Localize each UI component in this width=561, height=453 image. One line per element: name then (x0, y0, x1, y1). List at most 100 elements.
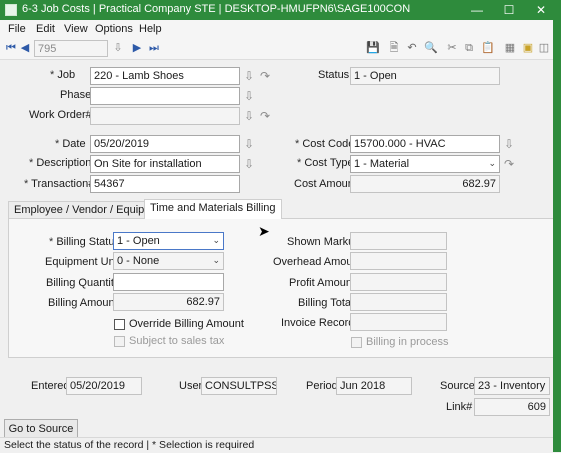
first-record-icon[interactable]: ⏮ (5, 42, 17, 54)
shown-markup-field[interactable] (350, 232, 447, 250)
invoice-record-field[interactable] (350, 313, 447, 331)
entered-field[interactable]: 05/20/2019 (66, 377, 142, 395)
user-field[interactable]: CONSULTPSS\tlam (201, 377, 277, 395)
attachments-icon[interactable]: ◫ (538, 42, 550, 54)
cost-amount-field[interactable]: 682.97 (350, 175, 500, 193)
link-label: Link# (446, 401, 473, 413)
description-label-text: Description (36, 157, 92, 169)
billing-amount-label: Billing Amount (48, 297, 118, 309)
overhead-amount-label: Overhead Amount (273, 256, 362, 268)
minimize-button[interactable]: — (462, 0, 492, 20)
lookup-record-icon[interactable]: ⇩ (112, 42, 124, 54)
description-label: * Description (29, 157, 91, 169)
source-field[interactable]: 23 - Inventory (474, 377, 550, 395)
profit-amount-field[interactable] (350, 273, 447, 291)
phase-field[interactable] (90, 87, 240, 105)
find-icon[interactable]: 🔍 (424, 42, 438, 54)
subject-tax-label: Subject to sales tax (129, 335, 225, 347)
menu-options[interactable]: Options (95, 23, 133, 35)
close-button[interactable]: ✕ (526, 0, 556, 20)
menu-view[interactable]: View (64, 23, 88, 35)
window-title: 6-3 Job Costs | Practical Company STE | … (22, 3, 411, 15)
menu-file[interactable]: File (8, 23, 26, 35)
chevron-down-icon: ⌄ (212, 255, 220, 265)
work-order-lookup-icon[interactable]: ⇩ (242, 108, 256, 124)
phase-lookup-icon[interactable]: ⇩ (242, 88, 256, 104)
job-drill-icon[interactable]: ↷ (258, 68, 272, 84)
calculator-icon[interactable]: ▦ (504, 42, 516, 54)
app-icon (5, 4, 17, 16)
date-calendar-icon[interactable]: ⇩ (242, 136, 256, 152)
invoice-record-label: Invoice Record# (281, 317, 361, 329)
required-mark: * (297, 157, 302, 169)
billing-quantity-field[interactable] (113, 273, 224, 291)
menu-edit[interactable]: Edit (36, 23, 55, 35)
previous-record-icon[interactable]: ◀ (19, 42, 31, 54)
billing-quantity-label: Billing Quantity (46, 277, 120, 289)
billing-total-field[interactable] (350, 293, 447, 311)
date-field[interactable]: 05/20/2019 (90, 135, 240, 153)
job-lookup-icon[interactable]: ⇩ (242, 68, 256, 84)
equipment-unit-select[interactable]: 0 - None ⌄ (113, 252, 224, 270)
status-field[interactable]: 1 - Open (350, 67, 500, 85)
save-icon[interactable]: 💾 (366, 42, 380, 54)
date-label: * Date (55, 138, 86, 150)
copy-icon[interactable]: ⧉ (463, 42, 475, 54)
cost-type-select[interactable]: 1 - Material ⌄ (350, 155, 500, 173)
billing-status-label-text: Billing Status (56, 236, 120, 248)
cost-type-drill-icon[interactable]: ↷ (502, 156, 516, 172)
billing-status-label: * Billing Status (49, 236, 120, 248)
status-bar: Select the status of the record | * Sele… (0, 437, 561, 452)
title-bar: 6-3 Job Costs | Practical Company STE | … (0, 0, 561, 20)
cut-icon[interactable]: ✂ (446, 42, 458, 54)
job-field[interactable]: 220 - Lamb Shoes (90, 67, 240, 85)
cost-code-label-text: Cost Code (302, 138, 355, 150)
last-record-icon[interactable]: ⏭ (148, 42, 160, 54)
work-order-field[interactable] (90, 107, 240, 125)
date-label-text: Date (62, 138, 86, 150)
status-label: Status (318, 69, 350, 81)
override-billing-checkbox[interactable] (114, 319, 125, 330)
equipment-unit-value: 0 - None (117, 255, 160, 267)
work-order-drill-icon[interactable]: ↷ (258, 108, 272, 124)
undo-icon[interactable]: ↶ (406, 42, 418, 54)
description-lookup-icon[interactable]: ⇩ (242, 156, 256, 172)
period-label: Period (306, 380, 338, 392)
required-mark: * (55, 138, 60, 150)
transaction-field[interactable]: 54367 (90, 175, 240, 193)
overhead-amount-field[interactable] (350, 252, 447, 270)
override-billing-label: Override Billing Amount (129, 318, 244, 330)
menu-bar: File Edit View Options Help (0, 20, 561, 38)
subject-tax-checkbox[interactable] (114, 336, 125, 347)
cost-code-lookup-icon[interactable]: ⇩ (502, 136, 516, 152)
entered-label: Entered (31, 380, 70, 392)
profit-amount-label: Profit Amount (289, 277, 356, 289)
period-field[interactable]: Jun 2018 (336, 377, 412, 395)
cost-type-label: * Cost Type (297, 157, 354, 169)
window-border (553, 20, 561, 452)
chevron-down-icon: ⌄ (488, 158, 496, 168)
required-mark: * (50, 69, 55, 81)
new-record-icon[interactable]: 🗎 (388, 42, 400, 54)
notes-icon[interactable]: ▣ (522, 42, 534, 54)
billing-status-select[interactable]: 1 - Open ⌄ (113, 232, 224, 250)
paste-icon[interactable]: 📋 (481, 42, 495, 54)
job-label: * Job (50, 69, 75, 81)
link-field[interactable]: 609 (474, 398, 550, 416)
maximize-button[interactable]: ☐ (494, 0, 524, 20)
tab-time-materials-billing[interactable]: Time and Materials Billing (144, 199, 282, 219)
go-to-source-button[interactable]: Go to Source (4, 419, 78, 439)
work-order-label: Work Order# (29, 109, 92, 121)
toolbar: ⏮ ◀ 795 ⇩ ▶ ⏭ 💾 🗎 ↶ 🔍 ✂ ⧉ 📋 ▦ ▣ ◫ (0, 38, 561, 60)
billing-in-process-checkbox[interactable] (351, 337, 362, 348)
billing-amount-field[interactable]: 682.97 (113, 293, 224, 311)
record-number-field[interactable]: 795 (34, 40, 108, 57)
next-record-icon[interactable]: ▶ (131, 42, 143, 54)
menu-help[interactable]: Help (139, 23, 162, 35)
chevron-down-icon: ⌄ (212, 235, 220, 245)
required-mark: * (49, 236, 54, 248)
description-field[interactable]: On Site for installation (90, 155, 240, 173)
billing-total-label: Billing Total (298, 297, 354, 309)
billing-in-process-label: Billing in process (366, 336, 449, 348)
cost-code-field[interactable]: 15700.000 - HVAC (350, 135, 500, 153)
